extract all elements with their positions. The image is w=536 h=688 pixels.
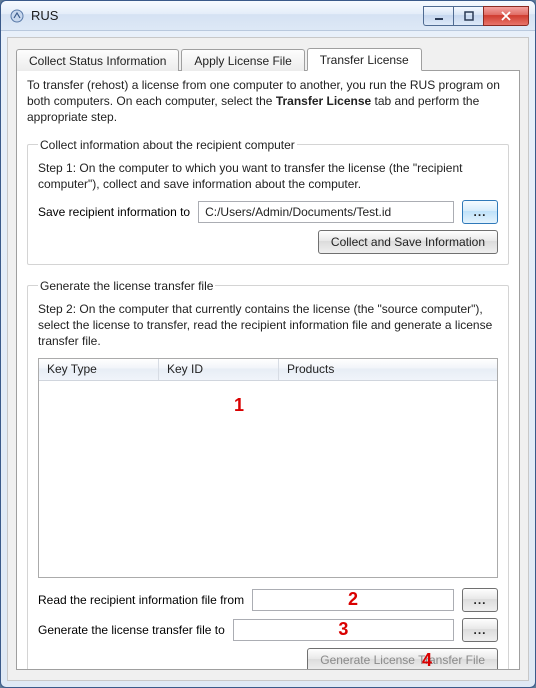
titlebar[interactable]: RUS [1,1,535,31]
save-row: Save recipient information to ... [38,200,498,224]
tab-apply-license[interactable]: Apply License File [181,49,304,71]
group-generate: Generate the license transfer file Step … [27,279,509,670]
client-area: Collect Status Information Apply License… [7,37,529,681]
generate-transfer-button[interactable]: Generate License Transfer File [307,648,498,671]
transfer-license-panel: To transfer (rehost) a license from one … [16,71,520,670]
generate-label: Generate the license transfer file to [38,623,225,637]
read-label: Read the recipient information file from [38,593,244,607]
group-collect-legend: Collect information about the recipient … [38,138,297,152]
minimize-button[interactable] [423,6,453,26]
maximize-button[interactable] [453,6,483,26]
app-icon [9,8,25,24]
col-products[interactable]: Products [279,359,497,380]
tab-transfer-license[interactable]: Transfer License [307,48,422,71]
window-title: RUS [31,8,423,23]
collect-save-button[interactable]: Collect and Save Information [318,230,498,254]
step2-text: Step 2: On the computer that currently c… [38,301,498,350]
browse-read-button[interactable]: ... [462,588,498,612]
save-label: Save recipient information to [38,205,190,219]
license-table[interactable]: Key Type Key ID Products 1 [38,358,498,578]
read-path-input[interactable] [252,589,454,611]
annotation-1: 1 [234,395,244,416]
close-button[interactable] [483,6,529,26]
step1-text: Step 1: On the computer to which you wan… [38,160,498,192]
browse-generate-button[interactable]: ... [462,618,498,642]
tab-collect-status[interactable]: Collect Status Information [16,49,179,71]
window-buttons [423,6,529,26]
table-header: Key Type Key ID Products [39,359,497,381]
group-generate-legend: Generate the license transfer file [38,279,215,293]
app-window: RUS Collect Status Information Apply Lic… [0,0,536,688]
read-row: Read the recipient information file from… [38,588,498,612]
tab-strip: Collect Status Information Apply License… [16,46,520,71]
col-key-id[interactable]: Key ID [159,359,279,380]
intro-text: To transfer (rehost) a license from one … [27,77,509,126]
save-path-input[interactable] [198,201,454,223]
group-collect-info: Collect information about the recipient … [27,138,509,265]
col-key-type[interactable]: Key Type [39,359,159,380]
generate-path-input[interactable] [233,619,454,641]
browse-save-button[interactable]: ... [462,200,498,224]
intro-bold: Transfer License [276,94,371,108]
generate-row: Generate the license transfer file to 3 … [38,618,498,642]
